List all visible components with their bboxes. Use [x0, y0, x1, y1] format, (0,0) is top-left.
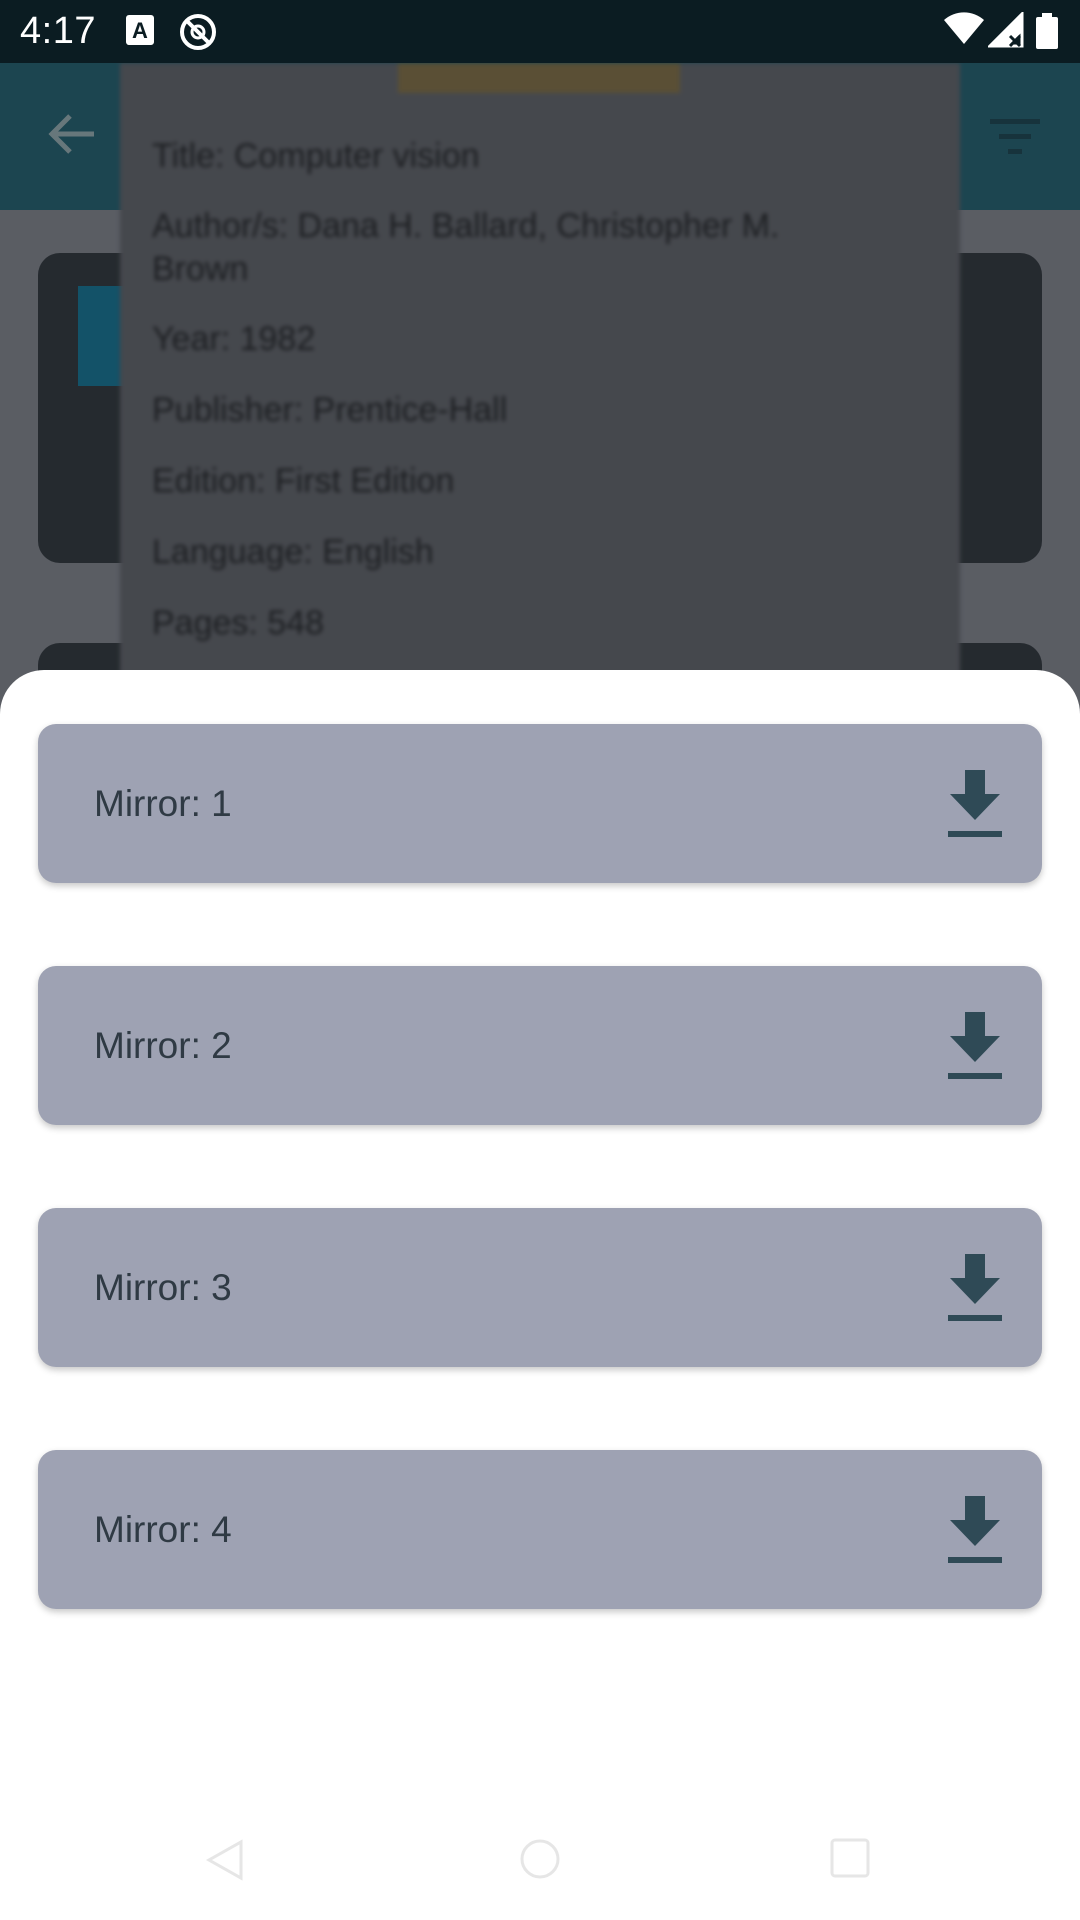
mirror-bottom-sheet: Mirror: 1 Mirror: 2 Mirror: 3 Mirror: 4: [0, 670, 1080, 1920]
mirror-label: Mirror: 3: [94, 1266, 232, 1308]
download-icon[interactable]: [946, 1495, 1004, 1564]
mirror-item-2[interactable]: Mirror: 2: [38, 966, 1042, 1125]
nav-recents-icon[interactable]: [830, 1838, 870, 1883]
a-badge-icon: A: [125, 14, 155, 51]
status-time: 4:17: [20, 10, 96, 52]
signal-icon: [986, 10, 1024, 53]
no-sync-icon: [178, 12, 218, 57]
wifi-icon: [944, 12, 984, 51]
mirror-label: Mirror: 4: [94, 1508, 232, 1550]
mirror-item-4[interactable]: Mirror: 4: [38, 1450, 1042, 1609]
battery-icon: [1036, 13, 1058, 54]
nav-back-icon[interactable]: [205, 1838, 245, 1887]
svg-text:A: A: [132, 18, 148, 43]
download-icon[interactable]: [946, 1011, 1004, 1080]
mirror-label: Mirror: 2: [94, 1024, 232, 1066]
mirror-item-1[interactable]: Mirror: 1: [38, 724, 1042, 883]
nav-home-icon[interactable]: [519, 1838, 561, 1885]
mirror-label: Mirror: 1: [94, 782, 232, 824]
download-icon[interactable]: [946, 769, 1004, 838]
download-icon[interactable]: [946, 1253, 1004, 1322]
mirror-item-3[interactable]: Mirror: 3: [38, 1208, 1042, 1367]
navigation-bar: [0, 1820, 1080, 1920]
status-bar: 4:17 A: [0, 0, 1080, 63]
